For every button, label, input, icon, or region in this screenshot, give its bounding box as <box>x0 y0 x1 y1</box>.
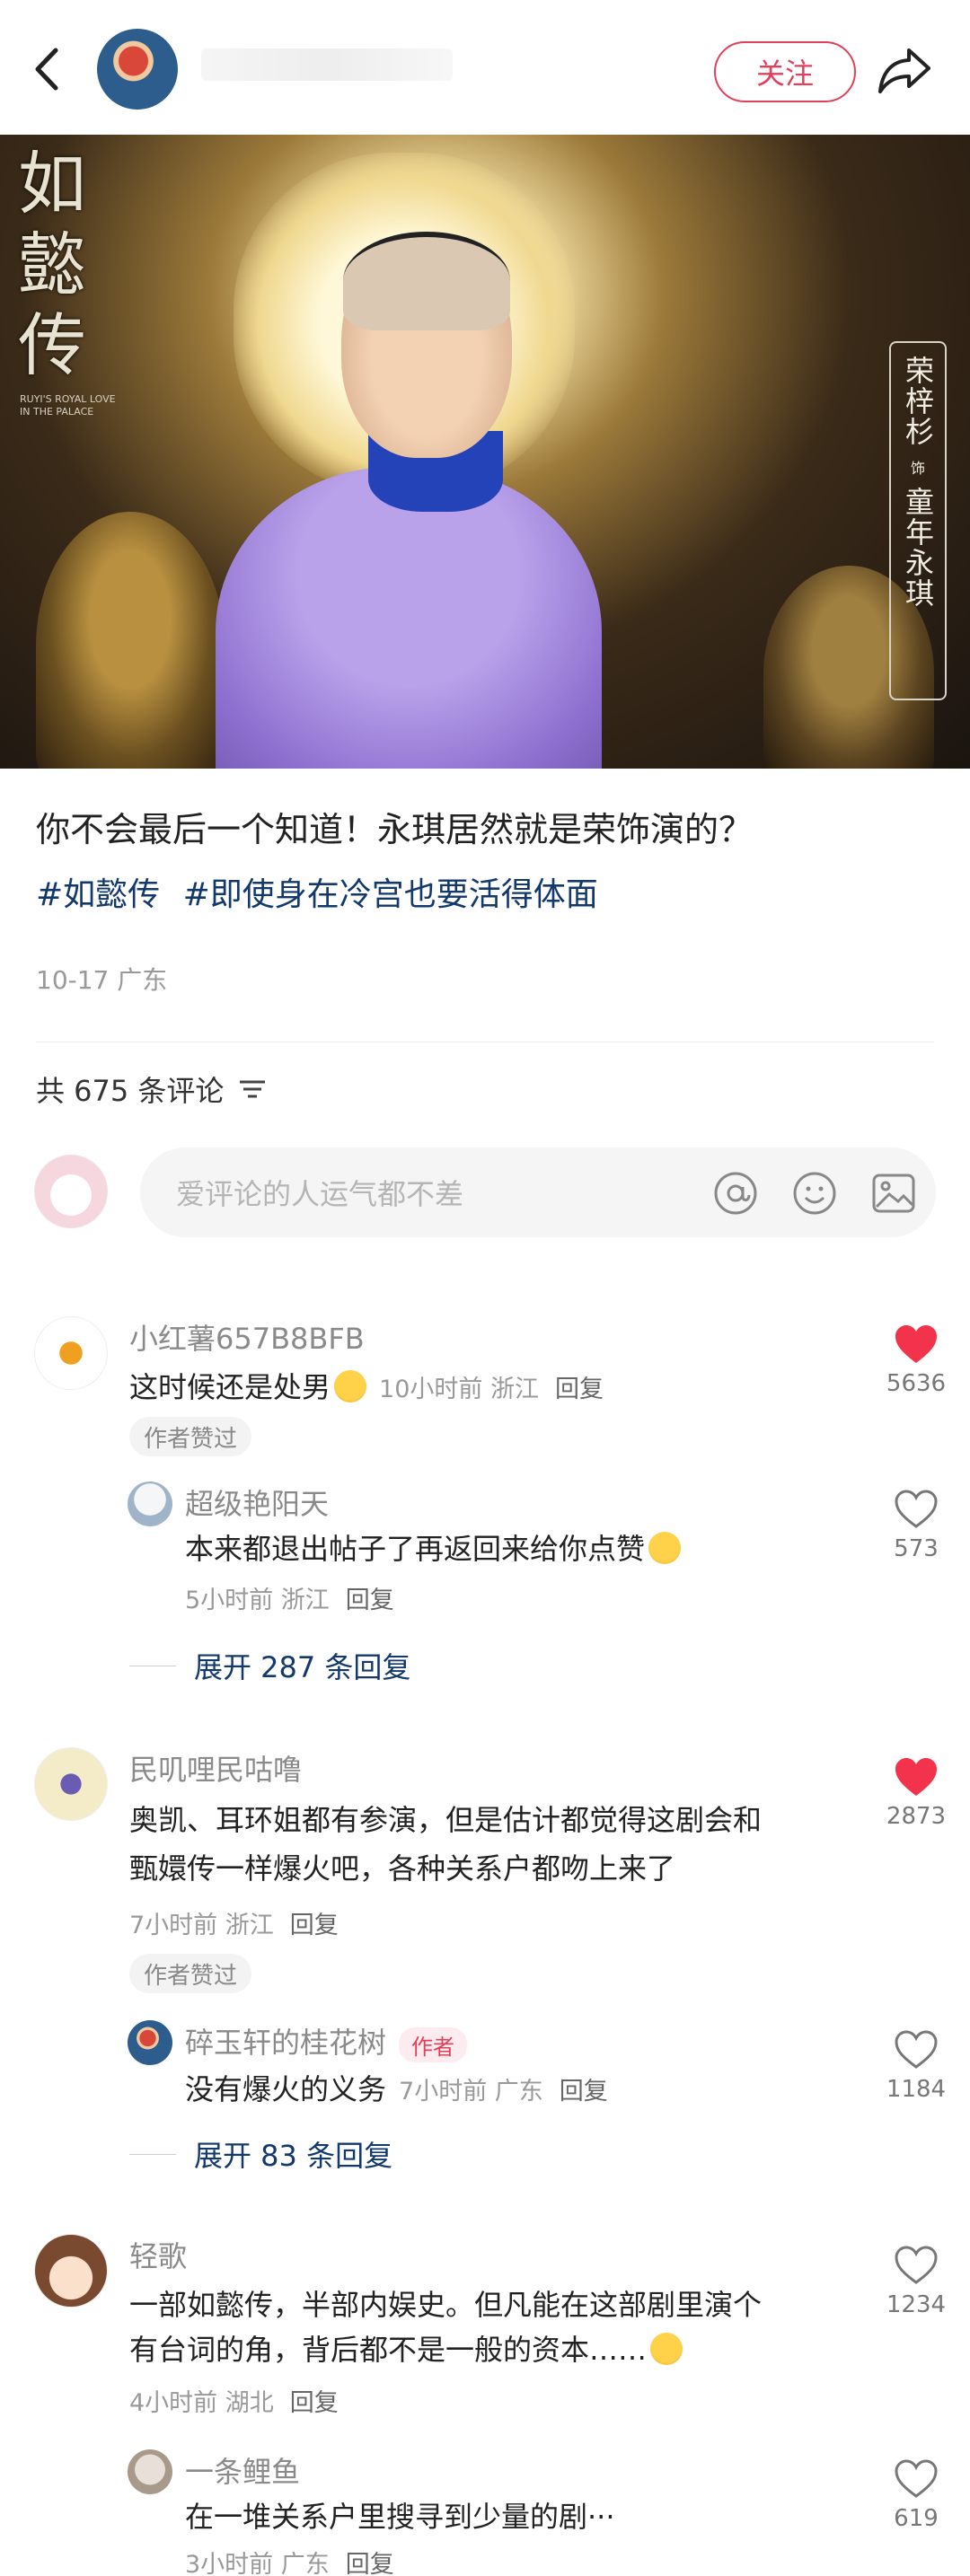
author-liked-badge: 作者赞过 <box>129 1417 252 1456</box>
commenter-name[interactable]: 轻歌 <box>129 2234 187 2275</box>
reply-text: 本来都退出帖子了再返回来给你点赞 <box>185 1526 682 1571</box>
emoji-cry-icon <box>334 1370 367 1402</box>
heart-outline-icon <box>895 1490 938 1528</box>
reply-user-name[interactable]: 一条鲤鱼 <box>185 2449 300 2491</box>
comment-text: 这时候还是处男 10小时前 浙江 回复 <box>129 1370 604 1404</box>
commenter-avatar[interactable] <box>34 2234 108 2308</box>
like-button[interactable]: 2873 <box>871 1756 961 1830</box>
comment-input[interactable]: 爱评论的人运气都不差 <box>140 1147 936 1237</box>
heart-outline-icon <box>895 2246 938 2284</box>
reply-button[interactable]: 回复 <box>555 1376 604 1403</box>
reply-avatar[interactable] <box>128 1481 172 1526</box>
emoji-icon <box>648 1532 682 1564</box>
role-name: 童年永琪 <box>901 487 935 609</box>
author-tag: 作者 <box>399 2027 468 2062</box>
back-arrow-icon[interactable] <box>25 43 70 95</box>
reply-avatar[interactable] <box>128 2020 172 2065</box>
commenter-name[interactable]: 民叽哩民咕噜 <box>129 1747 302 1789</box>
tag-link[interactable]: #即使身在冷宫也要活得体面 <box>183 876 598 913</box>
heart-outline-icon <box>895 2459 938 2498</box>
tag-link[interactable]: #如懿传 <box>36 876 160 913</box>
commenter-avatar[interactable] <box>34 1747 108 1821</box>
heart-filled-icon <box>895 1325 937 1363</box>
like-button[interactable]: 1184 <box>871 2029 961 2103</box>
author-name-blurred[interactable] <box>201 48 453 81</box>
child-robe <box>216 467 602 769</box>
like-button[interactable]: 619 <box>871 2458 961 2532</box>
post-meta: 10-17 广东 <box>36 965 168 995</box>
comment-text-line: 奥凯、耳环姐都有参演，但是估计都觉得这剧会和 <box>129 1803 763 1837</box>
like-count: 2873 <box>886 1803 947 1830</box>
author-liked-badge: 作者赞过 <box>129 1954 252 1993</box>
emoji-icon <box>650 2333 683 2365</box>
reply-meta: 3小时前 广东 回复 <box>185 2545 394 2576</box>
comment-meta: 7小时前 浙江 回复 <box>129 1912 339 1939</box>
reply-user-name[interactable]: 碎玉轩的桂花树 作者 <box>185 2020 468 2062</box>
reply-text: 在一堆关系户里搜寻到少量的剧··· <box>185 2500 615 2534</box>
comment-meta: 4小时前 湖北 回复 <box>129 2389 339 2417</box>
top-bar: 关注 <box>0 0 970 135</box>
my-avatar <box>34 1155 108 1228</box>
heart-filled-icon <box>895 1758 937 1796</box>
share-icon[interactable] <box>877 43 932 95</box>
drama-title: 如懿传 <box>18 144 86 385</box>
image-icon[interactable] <box>869 1169 918 1218</box>
expand-replies[interactable]: 展开 83 条回复 <box>129 2133 392 2175</box>
actor-name: 荣梓杉 <box>901 356 935 447</box>
reply-button[interactable]: 回复 <box>346 2551 394 2576</box>
commenter-avatar[interactable] <box>34 1316 108 1390</box>
comment-count: 共 675 条评论 <box>36 1068 267 1110</box>
commenter-name[interactable]: 小红薯657B8BFB <box>129 1316 365 1358</box>
like-button[interactable]: 1234 <box>871 2245 961 2318</box>
comment-text-line: 一部如懿传，半部内娱史。但凡能在这部剧里演个 <box>129 2288 763 2322</box>
comment-count-label: 共 675 条评论 <box>36 1074 225 1108</box>
comment-text-line: 有台词的角，背后都不是一般的资本…… <box>129 2327 683 2372</box>
post-tags: #如懿传 #即使身在冷宫也要活得体面 <box>36 871 943 919</box>
like-button[interactable]: 5636 <box>871 1323 961 1397</box>
expand-replies[interactable]: 展开 287 条回复 <box>129 1645 410 1686</box>
like-count: 1234 <box>886 2291 947 2318</box>
like-count: 5636 <box>886 1370 947 1397</box>
reply-button[interactable]: 回复 <box>560 2078 608 2106</box>
reply-text: 没有爆火的义务 7小时前 广东 回复 <box>185 2072 608 2106</box>
reply-user-name[interactable]: 超级艳阳天 <box>185 1481 329 1523</box>
like-count: 619 <box>894 2505 939 2532</box>
as-label: 饰 <box>910 460 925 477</box>
comment-input-placeholder: 爱评论的人运气都不差 <box>176 1177 464 1211</box>
vase-left <box>36 512 225 769</box>
follow-button[interactable]: 关注 <box>714 41 856 102</box>
post-title: 你不会最后一个知道！永琪居然就是荣饰演的？ <box>36 810 754 849</box>
reply-avatar[interactable] <box>128 2449 172 2494</box>
author-avatar[interactable] <box>97 29 178 110</box>
like-button[interactable]: 573 <box>871 1489 961 1562</box>
heart-outline-icon <box>895 2030 938 2069</box>
reply-button[interactable]: 回复 <box>290 1912 339 1939</box>
cast-card: 荣梓杉 饰 童年永琪 <box>889 341 947 700</box>
reply-button[interactable]: 回复 <box>346 1587 394 1614</box>
like-count: 573 <box>894 1535 939 1562</box>
post-cover-image[interactable]: 如懿传 RUYI'S ROYAL LOVE IN THE PALACE 荣梓杉 … <box>0 135 970 769</box>
comment-text-line: 甄嬛传一样爆火吧，各种关系户都吻上来了 <box>129 1851 676 1886</box>
drama-subtitle: RUYI'S ROYAL LOVE IN THE PALACE <box>20 393 116 418</box>
reply-meta: 5小时前 浙江 回复 <box>185 1587 394 1614</box>
like-count: 1184 <box>886 2076 947 2103</box>
sort-icon[interactable] <box>238 1077 267 1101</box>
child-shaved-head <box>343 232 510 330</box>
mention-icon[interactable] <box>711 1169 760 1218</box>
reply-button[interactable]: 回复 <box>290 2389 339 2417</box>
emoji-icon[interactable] <box>790 1169 839 1218</box>
